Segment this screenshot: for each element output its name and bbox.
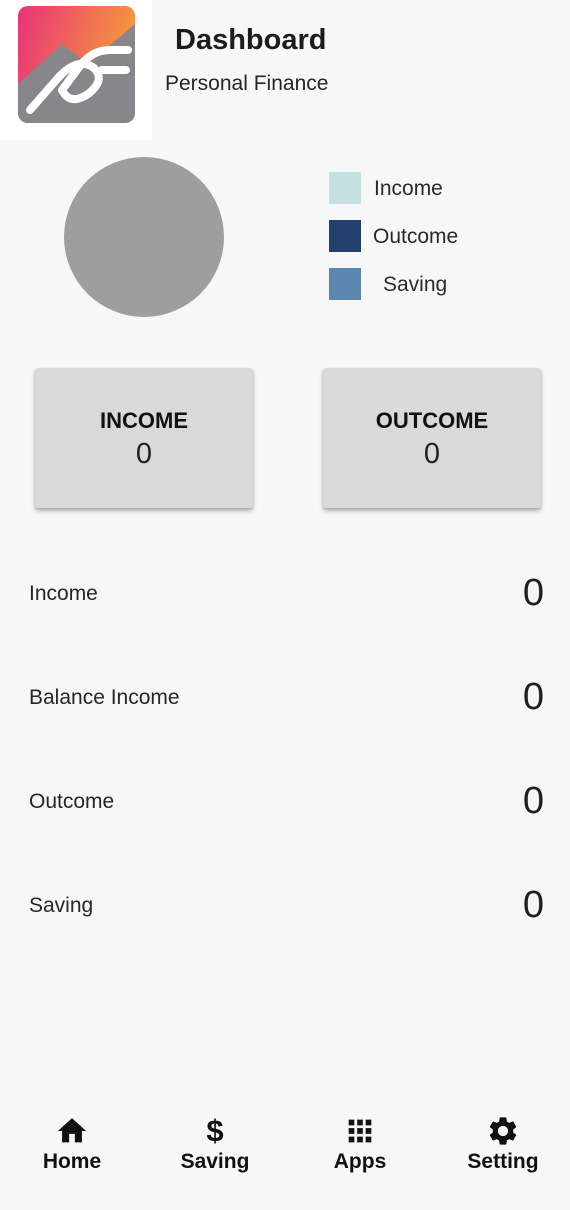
row-value: 0 xyxy=(522,572,544,614)
pie-chart xyxy=(64,157,224,317)
home-icon xyxy=(2,1114,142,1148)
row-label: Saving xyxy=(29,894,94,917)
gear-icon xyxy=(433,1114,570,1148)
bottom-navigation: Home $ Saving Apps Setting xyxy=(0,1100,570,1210)
summary-row-saving: Saving 0 xyxy=(0,878,570,938)
legend-swatch-saving xyxy=(329,268,361,300)
income-card-value: 0 xyxy=(135,438,153,470)
app-logo-icon xyxy=(18,6,135,123)
income-card-title: INCOME xyxy=(100,408,188,433)
apps-grid-icon xyxy=(290,1114,430,1148)
nav-setting-label: Setting xyxy=(467,1150,539,1173)
nav-saving-label: Saving xyxy=(180,1150,250,1173)
legend-item-saving: Saving xyxy=(329,268,529,300)
legend-label-outcome: Outcome xyxy=(373,225,459,248)
legend-swatch-outcome xyxy=(329,220,361,252)
nav-apps[interactable]: Apps xyxy=(290,1114,430,1184)
income-card[interactable]: INCOME 0 xyxy=(35,368,253,508)
outcome-card-value: 0 xyxy=(423,438,441,470)
nav-apps-label: Apps xyxy=(333,1150,387,1173)
app-header: Dashboard Personal Finance xyxy=(0,0,570,140)
row-label: Outcome xyxy=(29,790,115,813)
row-value: 0 xyxy=(522,676,544,718)
nav-home-label: Home xyxy=(42,1150,102,1173)
legend-swatch-income xyxy=(329,172,361,204)
outcome-card-title: OUTCOME xyxy=(375,408,489,433)
row-value: 0 xyxy=(522,780,544,822)
nav-home[interactable]: Home xyxy=(2,1114,142,1184)
logo-container xyxy=(0,0,152,140)
legend-item-income: Income xyxy=(329,172,529,204)
row-label: Balance Income xyxy=(29,686,180,709)
row-value: 0 xyxy=(522,884,544,926)
nav-saving[interactable]: $ Saving xyxy=(145,1114,285,1184)
page-subtitle: Personal Finance xyxy=(165,72,329,95)
summary-row-income: Income 0 xyxy=(0,566,570,626)
page-title: Dashboard xyxy=(175,24,327,56)
summary-row-outcome: Outcome 0 xyxy=(0,774,570,834)
legend-label-saving: Saving xyxy=(383,273,448,296)
dollar-icon: $ xyxy=(206,1113,224,1148)
row-label: Income xyxy=(29,582,98,605)
nav-setting[interactable]: Setting xyxy=(433,1114,570,1184)
legend-label-income: Income xyxy=(374,177,443,200)
legend-item-outcome: Outcome xyxy=(329,220,529,252)
outcome-card[interactable]: OUTCOME 0 xyxy=(323,368,541,508)
summary-row-balance-income: Balance Income 0 xyxy=(0,670,570,730)
